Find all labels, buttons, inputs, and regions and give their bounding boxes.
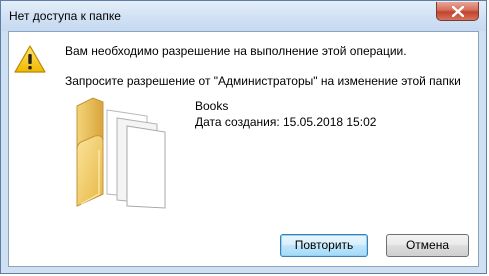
warning-icon: [14, 45, 46, 73]
folder-icon: [76, 97, 166, 209]
window-title: Нет доступа к папке: [9, 9, 121, 23]
detail-message: Запросите разрешение от "Администраторы"…: [65, 74, 461, 88]
folder-name: Books: [195, 99, 229, 113]
retry-button[interactable]: Повторить: [280, 234, 368, 257]
cancel-button[interactable]: Отмена: [386, 234, 469, 257]
close-button[interactable]: [436, 2, 479, 21]
close-icon: [452, 6, 464, 17]
dialog-content: Вам необходимо разрешение на выполнение …: [8, 31, 479, 267]
folder-date: Дата создания: 15.05.2018 15:02: [195, 115, 377, 129]
title-bar[interactable]: Нет доступа к папке: [1, 1, 486, 31]
main-message: Вам необходимо разрешение на выполнение …: [65, 44, 407, 58]
dialog-window: Нет доступа к папке Вам необходимо разре…: [0, 0, 487, 274]
